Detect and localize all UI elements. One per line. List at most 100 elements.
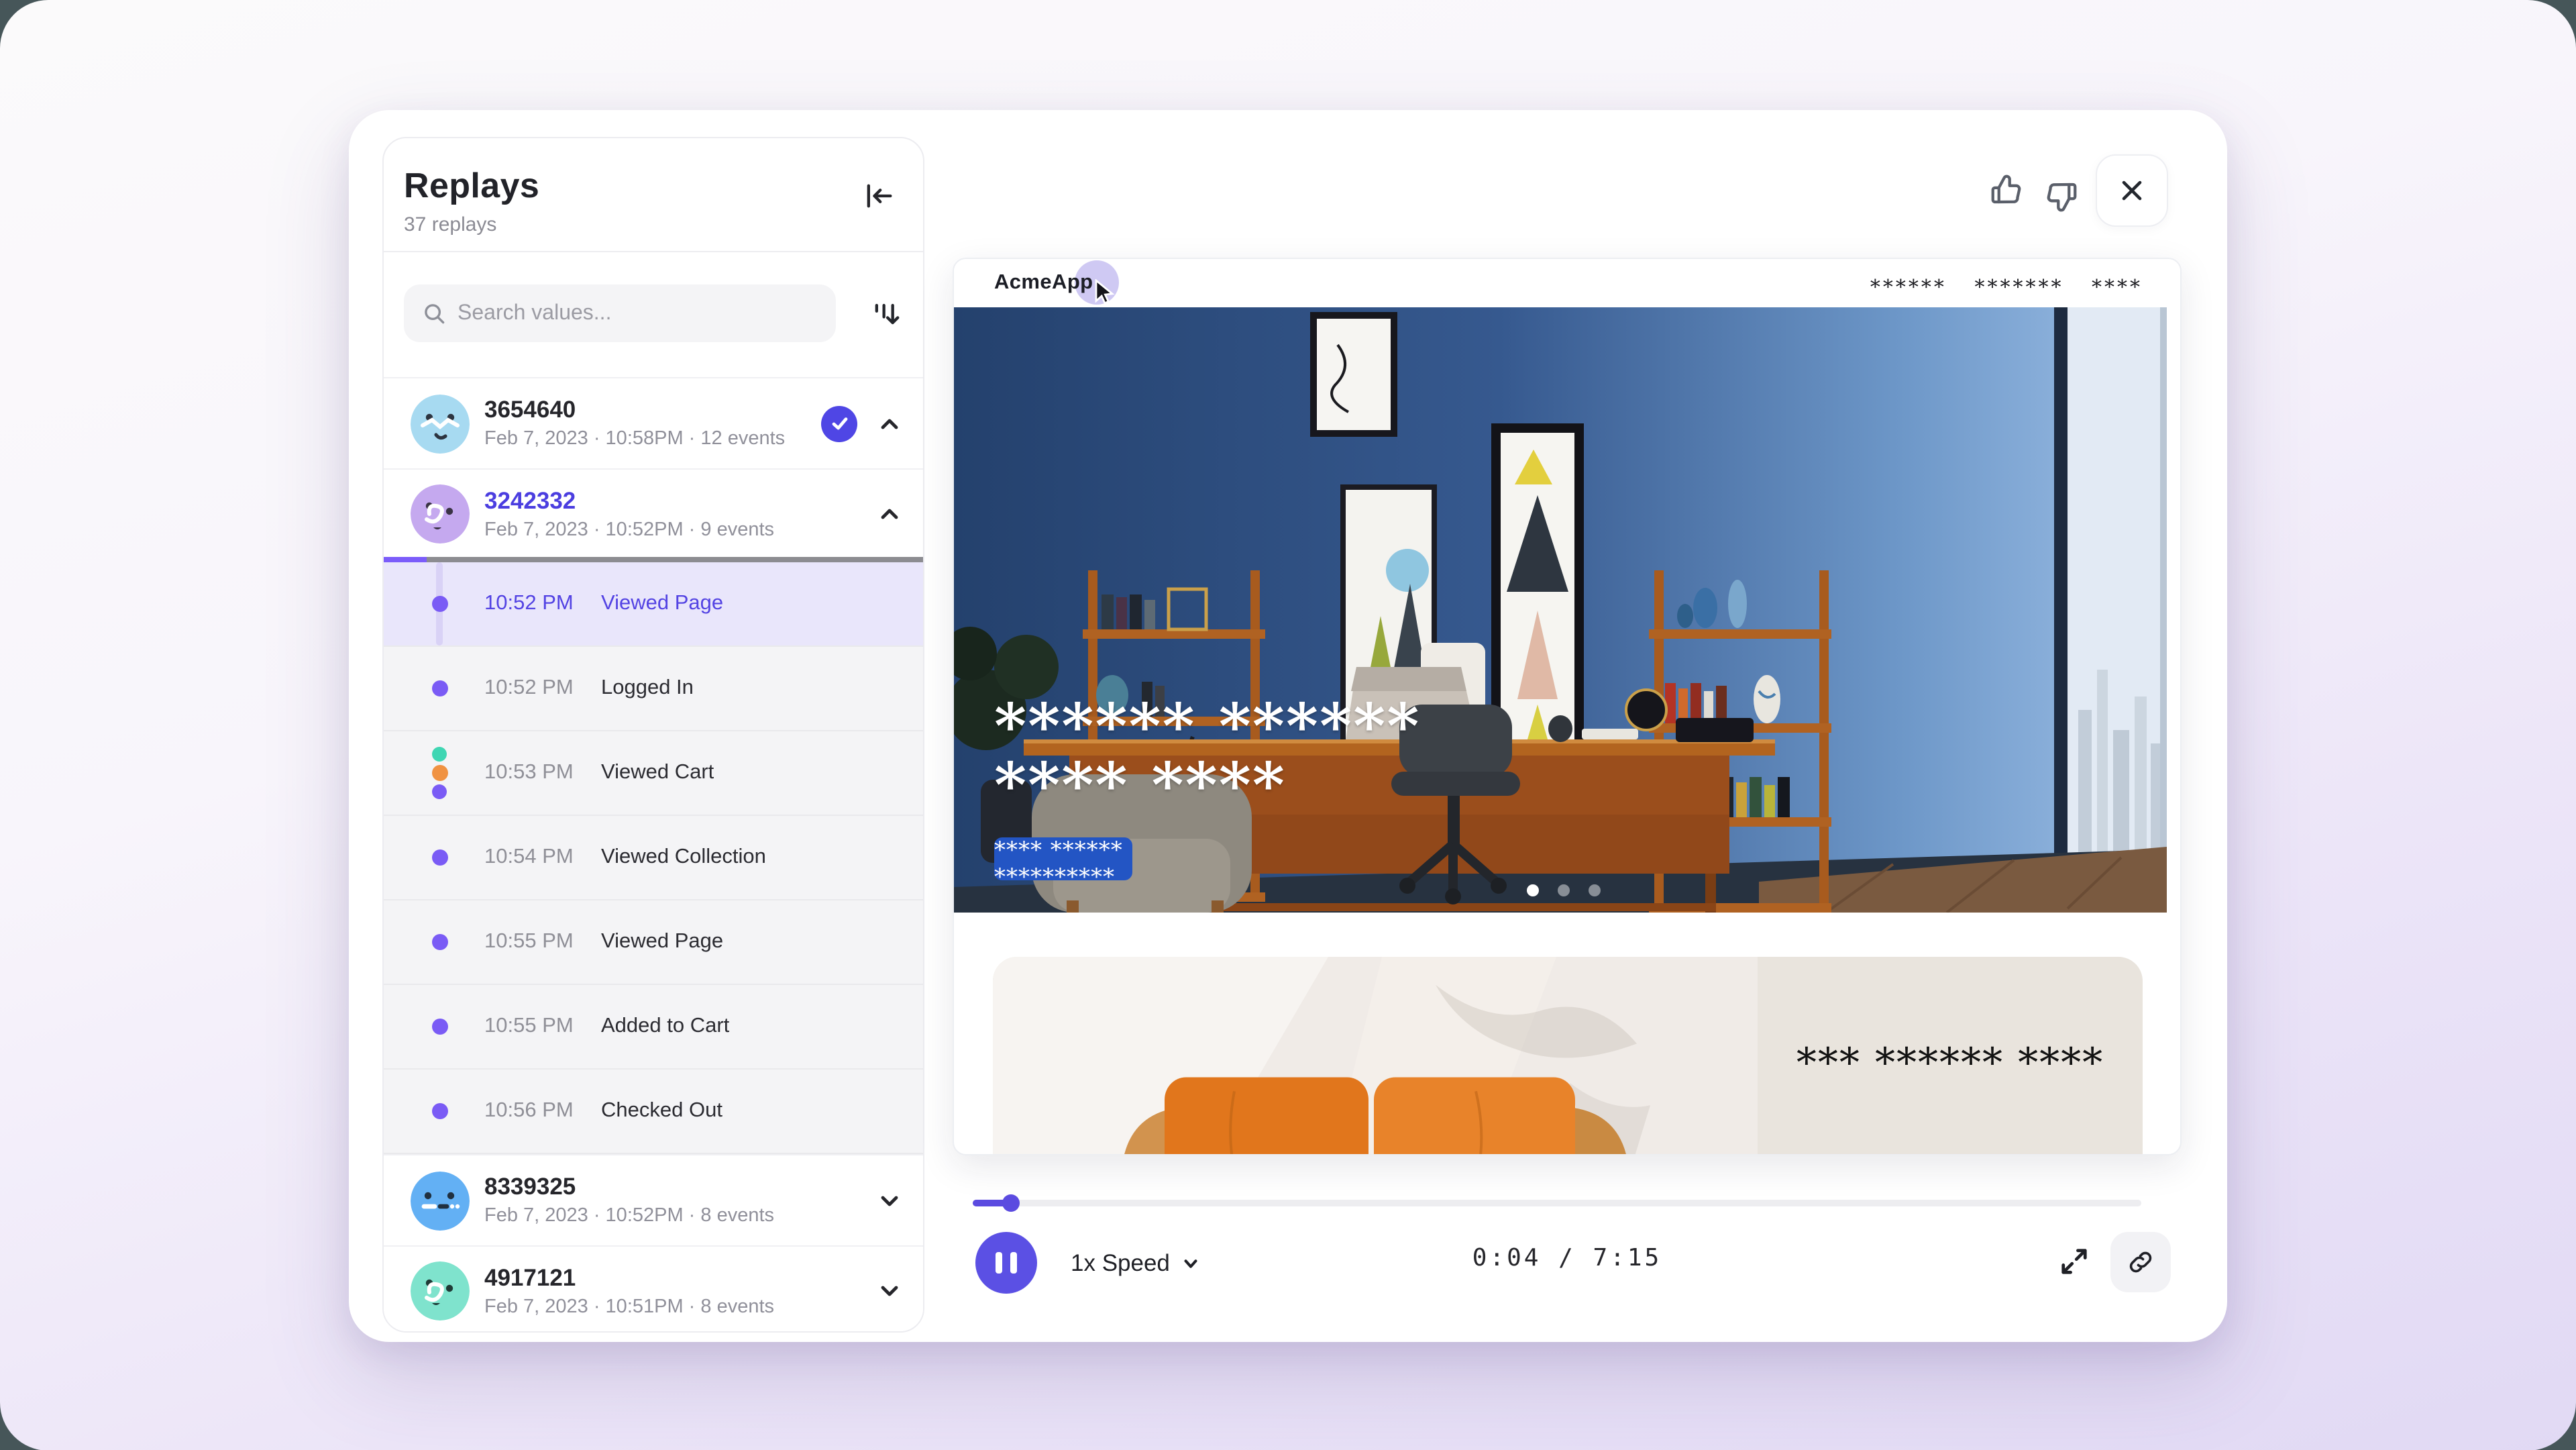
session-row-active[interactable]: 3242332 Feb 7, 2023 · 10:52PM · 9 events	[384, 468, 923, 557]
carousel-dot[interactable]	[1589, 884, 1601, 896]
carousel-dots	[1527, 884, 1601, 896]
event-name: Added to Cart	[601, 1015, 729, 1039]
carousel-dot[interactable]	[1558, 884, 1570, 896]
session-list: 3654640 Feb 7, 2023 · 10:58PM · 12 event…	[384, 377, 923, 1331]
event-name: Viewed Page	[601, 930, 723, 954]
event-name: Viewed Collection	[601, 845, 766, 870]
session-meta: Feb 7, 2023 · 10:52PM · 8 events	[484, 1205, 774, 1227]
event-row[interactable]: 10:55 PM Added to Cart	[384, 985, 923, 1070]
replay-modal: Replays 37 replays	[349, 110, 2227, 1342]
masked-hero-heading-line1: ****** ******	[994, 695, 1420, 757]
copy-link-button[interactable]	[2110, 1232, 2171, 1292]
masked-product-text: *** ****** ****	[1796, 1040, 2104, 1087]
pause-icon	[1010, 1252, 1017, 1274]
hero-cta-button[interactable]: **** ****** **********	[994, 837, 1132, 880]
avatar	[411, 484, 470, 543]
chevron-up-icon[interactable]	[877, 411, 902, 435]
product-text-panel: *** ****** ****	[1758, 957, 2143, 1155]
session-id: 8339325	[484, 1173, 576, 1201]
chevron-up-icon[interactable]	[877, 501, 902, 525]
session-id: 4917121	[484, 1264, 576, 1292]
event-row[interactable]: 10:56 PM Checked Out	[384, 1070, 923, 1154]
event-name: Viewed Page	[601, 592, 723, 616]
collapse-panel-icon[interactable]	[861, 178, 896, 213]
playback-progress-knob[interactable]	[1002, 1194, 1020, 1212]
session-meta: Feb 7, 2023 · 10:58PM · 12 events	[484, 428, 785, 450]
event-row[interactable]: 10:55 PM Viewed Page	[384, 900, 923, 985]
event-dot-teal	[432, 747, 447, 762]
close-icon	[2118, 177, 2145, 204]
thumbs-down-icon[interactable]	[2043, 178, 2080, 215]
pause-button[interactable]	[975, 1232, 1037, 1294]
hero-image-office-scene	[954, 307, 2167, 913]
event-time: 10:55 PM	[484, 930, 574, 954]
event-dot	[431, 1019, 447, 1035]
thumbs-up-icon[interactable]	[1988, 172, 2025, 208]
sort-descending-icon[interactable]	[869, 297, 904, 331]
time-display: 0:04 / 7:15	[1406, 1244, 1728, 1272]
search-box[interactable]	[404, 284, 836, 342]
pause-icon	[996, 1252, 1002, 1274]
search-icon	[423, 302, 445, 325]
session-id: 3654640	[484, 396, 576, 424]
replay-count: 37 replays	[404, 213, 899, 236]
event-row[interactable]: 10:52 PM Logged In	[384, 647, 923, 731]
event-dot	[431, 596, 447, 612]
app-background: Replays 37 replays	[0, 0, 2576, 1450]
session-progress-track	[427, 557, 923, 562]
playback-progress-bar[interactable]	[973, 1200, 2141, 1206]
carousel-dot-active[interactable]	[1527, 884, 1539, 896]
session-row[interactable]: 4917121 Feb 7, 2023 · 10:51PM · 8 events	[384, 1245, 923, 1331]
sidebar-header: Replays 37 replays	[384, 138, 923, 252]
replays-sidebar: Replays 37 replays	[382, 137, 924, 1333]
event-name: Logged In	[601, 676, 694, 701]
masked-button-label: **** ****** **********	[994, 837, 1132, 891]
check-icon	[830, 414, 849, 433]
chevron-down-icon[interactable]	[877, 1278, 902, 1302]
session-progress-fill	[384, 557, 427, 562]
event-name: Viewed Cart	[601, 761, 714, 785]
session-meta: Feb 7, 2023 · 10:51PM · 8 events	[484, 1296, 774, 1318]
link-icon	[2127, 1248, 2155, 1276]
chevron-down-icon	[1182, 1254, 1199, 1272]
site-logo: AcmeApp	[994, 271, 1093, 295]
session-row[interactable]: 3654640 Feb 7, 2023 · 10:58PM · 12 event…	[384, 377, 923, 468]
event-row-selected[interactable]: 10:52 PM Viewed Page	[384, 562, 923, 647]
event-row[interactable]: 10:53 PM Viewed Cart	[384, 731, 923, 816]
speed-label: 1x Speed	[1071, 1249, 1170, 1277]
masked-hero-heading-line2: **** ****	[994, 754, 1286, 816]
fullscreen-expand-icon[interactable]	[2057, 1244, 2092, 1279]
session-row[interactable]: 8339325 Feb 7, 2023 · 10:52PM · 8 events	[384, 1154, 923, 1245]
replay-viewport: AcmeApp ****** ******* ****	[953, 258, 2182, 1155]
event-name: Checked Out	[601, 1099, 722, 1123]
product-image-orange-sofa	[993, 957, 1758, 1155]
session-id: 3242332	[484, 487, 576, 515]
speed-selector[interactable]: 1x Speed	[1071, 1232, 1199, 1294]
replayed-site-header: AcmeApp ****** ******* ****	[954, 259, 2180, 307]
avatar	[411, 1171, 470, 1230]
search-section	[384, 252, 923, 377]
avatar	[411, 394, 470, 453]
event-dot	[431, 1103, 447, 1119]
screen: Replays 37 replays	[0, 0, 2576, 1450]
product-section: *** ****** ****	[993, 957, 2143, 1155]
event-time: 10:56 PM	[484, 1099, 574, 1123]
event-dot-orange	[431, 765, 447, 781]
event-dot-purple	[432, 784, 447, 799]
event-time: 10:54 PM	[484, 845, 574, 870]
close-button[interactable]	[2096, 154, 2168, 227]
watched-check-badge	[821, 405, 857, 442]
event-timeline: 10:52 PM Viewed Page 10:52 PM Logged In …	[384, 562, 923, 1154]
page-title: Replays	[404, 165, 899, 207]
replay-cursor-icon	[1093, 279, 1119, 306]
masked-nav-links[interactable]: ****** ******* ****	[1870, 275, 2143, 299]
avatar	[411, 1261, 470, 1320]
event-time: 10:53 PM	[484, 761, 574, 785]
chevron-down-icon[interactable]	[877, 1188, 902, 1212]
event-row[interactable]: 10:54 PM Viewed Collection	[384, 816, 923, 900]
session-progress-bar[interactable]	[384, 557, 923, 562]
session-meta: Feb 7, 2023 · 10:52PM · 9 events	[484, 519, 774, 541]
search-input[interactable]	[458, 301, 793, 325]
event-dot	[431, 849, 447, 866]
event-dot	[431, 680, 447, 696]
